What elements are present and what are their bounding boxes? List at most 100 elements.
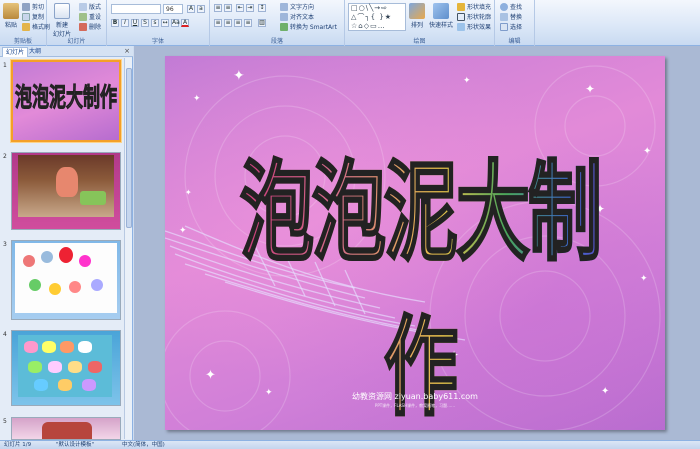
clay-figure	[68, 361, 82, 373]
pane-scrollbar[interactable]	[124, 58, 132, 439]
paragraph-group-label: 段落	[270, 38, 283, 45]
clay-figure	[88, 361, 102, 373]
slide-thumbnail-4[interactable]	[11, 330, 121, 406]
clay-figure	[58, 379, 72, 391]
clay-figure	[23, 255, 35, 267]
clay-figure	[48, 361, 62, 373]
shrink-font-icon[interactable]: a	[197, 5, 205, 13]
bold-icon[interactable]: B	[111, 19, 119, 27]
smartart-button[interactable]: 转换为 SmartArt	[280, 22, 337, 31]
fill-icon	[457, 2, 465, 11]
effects-icon	[457, 22, 465, 31]
editing-group: 查找 替换 选择 编辑	[495, 0, 535, 46]
clipboard-group: 粘贴 剪切 复制 格式刷 剪贴板	[0, 0, 50, 46]
thumb-number: 2	[3, 153, 7, 160]
clay-figure	[28, 361, 42, 373]
clay-figure	[34, 379, 48, 391]
clay-figure	[69, 281, 81, 293]
sparkle-icon: ✦	[233, 68, 245, 84]
bullets-icon[interactable]: ≡	[214, 4, 222, 12]
tab-slides[interactable]: 幻灯片	[2, 47, 29, 57]
font-color-icon[interactable]: A	[181, 19, 189, 27]
quick-styles-icon	[433, 3, 449, 19]
align-text-button[interactable]: 对齐文本	[280, 12, 314, 21]
shadow-icon[interactable]: s	[151, 19, 159, 27]
delete-icon	[79, 22, 87, 31]
format-painter-button[interactable]: 格式刷	[22, 22, 50, 31]
shape-effects-button[interactable]: 形状效果	[457, 22, 491, 31]
char-spacing-icon[interactable]: ↔	[161, 19, 169, 27]
slide-title[interactable]: 泡泡泥大制作	[205, 126, 635, 430]
layout-button[interactable]: 版式	[79, 2, 101, 11]
line-spacing-icon[interactable]: ↕	[258, 4, 266, 12]
arrange-button[interactable]: 排列	[409, 3, 425, 29]
clay-figure	[82, 379, 96, 391]
align-left-icon[interactable]: ≡	[214, 19, 222, 27]
paste-button[interactable]: 粘贴	[3, 3, 19, 29]
change-case-icon[interactable]: Aa	[171, 19, 180, 27]
shape-fill-button[interactable]: 形状填充	[457, 2, 491, 11]
quick-styles-button[interactable]: 快速样式	[429, 3, 453, 29]
increase-indent-icon[interactable]: ⇥	[246, 4, 254, 12]
font-name-combo[interactable]	[111, 4, 161, 14]
font-size-combo[interactable]: 96	[163, 4, 183, 14]
delete-slide-button[interactable]: 删除	[79, 22, 101, 31]
slide-editor: ✦ ✦ ✦ ✦ ✦ ✦ ✦ ✦ ✦ ✦ ✦ ✦ ✦ 泡泡泥大制作 幼教资源网 z…	[134, 46, 700, 440]
grow-font-icon[interactable]: A	[187, 5, 195, 13]
shape-outline-button[interactable]: 形状轮廓	[457, 12, 491, 21]
align-center-icon[interactable]: ≡	[224, 19, 232, 27]
paragraph-group: ≡ ≡ ⇤ ⇥ ↕ ≡ ≡ ≡ ≡ ▥ 文字方向 对齐文本 转换为 SmartA…	[210, 0, 345, 46]
find-icon	[500, 2, 508, 11]
text-direction-button[interactable]: 文字方向	[280, 2, 314, 11]
cut-button[interactable]: 剪切	[22, 2, 44, 11]
find-button[interactable]: 查找	[500, 2, 522, 11]
new-slide-button[interactable]: 新建 幻灯片	[53, 3, 71, 38]
outline-icon	[457, 12, 465, 21]
columns-icon[interactable]: ▥	[258, 19, 266, 27]
editing-group-label: 编辑	[508, 38, 521, 45]
align-right-icon[interactable]: ≡	[234, 19, 242, 27]
slide-thumbnail-2[interactable]	[11, 152, 121, 230]
green-object	[80, 191, 106, 205]
drawing-group-label: 绘图	[413, 38, 426, 45]
status-bar: 幻灯片 1/9 "默认设计模板" 中文(简体，中国)	[0, 440, 700, 449]
tab-outline[interactable]: 大纲	[26, 47, 44, 57]
footer-site-text: 幼教资源网 ziyuan.baby611.com	[352, 392, 478, 401]
sparkle-icon: ✦	[640, 274, 648, 284]
justify-icon[interactable]: ≡	[244, 19, 252, 27]
clay-figure	[91, 279, 103, 291]
reset-icon	[79, 12, 87, 21]
slide-thumbnail-1[interactable]: 泡泡泥大制作	[11, 60, 121, 142]
numbering-icon[interactable]: ≡	[224, 4, 232, 12]
text-direction-icon	[280, 2, 288, 11]
slide-count: 幻灯片 1/9	[4, 442, 32, 448]
sparkle-icon: ✦	[185, 188, 192, 197]
sparkle-icon: ✦	[643, 146, 652, 157]
scissors-icon	[22, 2, 30, 11]
smartart-icon	[280, 22, 288, 31]
align-text-icon	[280, 12, 288, 21]
copy-button[interactable]: 复制	[22, 12, 44, 21]
theme-name: "默认设计模板"	[56, 442, 95, 448]
ribbon: 粘贴 剪切 复制 格式刷 剪贴板 新建 幻灯片 版式 重设 删除 幻灯片 96 …	[0, 0, 700, 46]
replace-icon	[500, 12, 508, 21]
strikethrough-icon[interactable]: S	[141, 19, 149, 27]
decrease-indent-icon[interactable]: ⇤	[236, 4, 244, 12]
slide-thumbnail-3[interactable]	[11, 240, 121, 320]
slide-canvas[interactable]: ✦ ✦ ✦ ✦ ✦ ✦ ✦ ✦ ✦ ✦ ✦ ✦ ✦ 泡泡泥大制作 幼教资源网 z…	[165, 56, 665, 430]
shapes-gallery[interactable]: □○\╲→⇨ △⌒┐{ }★ ☆⌂◇▭…	[348, 3, 406, 31]
select-button[interactable]: 选择	[500, 22, 522, 31]
language-indicator[interactable]: 中文(简体，中国)	[122, 441, 165, 449]
clay-figure	[29, 279, 41, 291]
reset-button[interactable]: 重设	[79, 12, 101, 21]
underline-icon[interactable]: U	[131, 19, 139, 27]
close-icon[interactable]: ×	[124, 47, 130, 55]
clay-figure	[42, 341, 56, 353]
replace-button[interactable]: 替换	[500, 12, 522, 21]
arrange-icon	[409, 3, 425, 19]
slide-thumbnail-5[interactable]	[11, 417, 121, 440]
scrollbar-thumb[interactable]	[126, 68, 132, 228]
copy-icon	[22, 12, 30, 21]
italic-icon[interactable]: I	[121, 19, 129, 27]
sparkle-icon: ✦	[193, 94, 201, 104]
